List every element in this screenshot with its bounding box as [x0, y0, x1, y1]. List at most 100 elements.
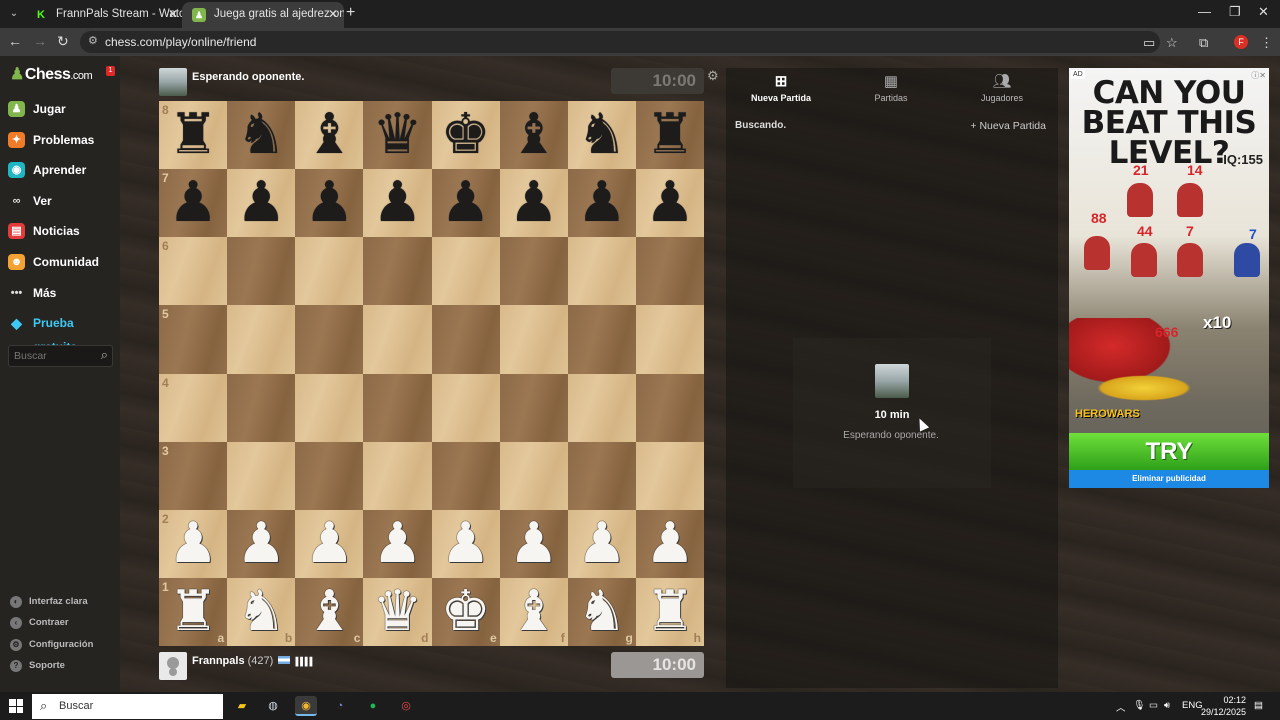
- square-a5[interactable]: 5: [159, 305, 228, 374]
- white-piece[interactable]: ♟: [372, 515, 422, 572]
- square-c5[interactable]: [295, 305, 364, 374]
- square-b6[interactable]: [227, 237, 296, 306]
- spotify-icon[interactable]: ●: [362, 696, 384, 716]
- square-c7[interactable]: ♟: [295, 169, 364, 238]
- square-d3[interactable]: [363, 441, 432, 510]
- sidebar-item-aprender[interactable]: ◉ Aprender: [8, 158, 118, 182]
- close-window-button[interactable]: ✕: [1258, 4, 1269, 20]
- black-piece[interactable]: ♟: [645, 175, 695, 231]
- chess-board[interactable]: ♜ 8 ♞ ♝ ♛ ♚ ♝ ♞ ♜ ♟ 7 ♟ ♟ ♟ ♟ ♟ ♟ ♟ 6 5 4 3 ♟ 2 ♟ ♟ ♟ ♟ ♟ ♟ ♟ ♜ 1 a ♞ b ♝ c ♛ d…: [159, 101, 704, 646]
- square-d6[interactable]: [363, 237, 432, 306]
- white-piece[interactable]: ♟: [304, 515, 354, 572]
- white-piece[interactable]: ♞: [577, 583, 627, 640]
- black-piece[interactable]: ♟: [304, 175, 354, 231]
- square-f2[interactable]: ♟: [499, 509, 568, 578]
- square-d2[interactable]: ♟: [363, 509, 432, 578]
- white-piece[interactable]: ♟: [168, 515, 218, 572]
- square-a7[interactable]: ♟ 7: [159, 169, 228, 238]
- steam-icon[interactable]: ◍: [262, 696, 284, 716]
- square-b4[interactable]: [227, 373, 296, 442]
- square-b1[interactable]: ♞ b: [227, 577, 296, 646]
- taskbar-clock[interactable]: 02:12 29/12/2025: [1200, 694, 1246, 718]
- square-c2[interactable]: ♟: [295, 509, 364, 578]
- square-f6[interactable]: [499, 237, 568, 306]
- url-field[interactable]: ⚙ chess.com/play/online/friend: [80, 31, 1160, 53]
- square-d5[interactable]: [363, 305, 432, 374]
- sidebar-search[interactable]: ⌕: [8, 345, 113, 367]
- footer-configuracion[interactable]: ⚙ Configuración: [10, 636, 93, 654]
- square-g6[interactable]: [567, 237, 636, 306]
- black-piece[interactable]: ♟: [440, 175, 490, 231]
- square-e8[interactable]: ♚: [431, 101, 500, 170]
- black-piece[interactable]: ♟: [236, 175, 286, 231]
- taskbar-search[interactable]: ⌕ Buscar: [32, 694, 223, 719]
- square-e1[interactable]: ♚ e: [431, 577, 500, 646]
- black-piece[interactable]: ♟: [372, 175, 422, 231]
- notification-badge[interactable]: 1: [106, 66, 115, 76]
- reload-button[interactable]: ↻: [57, 33, 69, 50]
- black-piece[interactable]: ♟: [577, 175, 627, 231]
- forward-button[interactable]: →: [33, 33, 47, 49]
- square-g8[interactable]: ♞: [567, 101, 636, 170]
- square-a2[interactable]: ♟ 2: [159, 509, 228, 578]
- black-piece[interactable]: ♜: [645, 107, 695, 163]
- square-a1[interactable]: ♜ 1 a: [159, 577, 228, 646]
- extensions-icon[interactable]: ⧉: [1199, 35, 1208, 51]
- tab-frannpals-stream[interactable]: K FrannPals Stream - Watch Live o ✕: [24, 2, 184, 28]
- windows-start-icon[interactable]: [9, 699, 23, 713]
- black-piece[interactable]: ♜: [168, 107, 218, 163]
- square-e2[interactable]: ♟: [431, 509, 500, 578]
- search-icon[interactable]: ⌕: [101, 347, 108, 363]
- square-h3[interactable]: [635, 441, 704, 510]
- square-h5[interactable]: [635, 305, 704, 374]
- square-f8[interactable]: ♝: [499, 101, 568, 170]
- square-h8[interactable]: ♜: [635, 101, 704, 170]
- player-name[interactable]: Frannpals: [192, 655, 245, 667]
- sidebar-item-prueba-gratuita[interactable]: ◆ Prueba gratuita: [8, 311, 118, 354]
- square-a8[interactable]: ♜ 8: [159, 101, 228, 170]
- cast-icon[interactable]: ▭: [1143, 35, 1155, 51]
- square-h7[interactable]: ♟: [635, 169, 704, 238]
- volume-icon[interactable]: 🔊︎: [1164, 700, 1170, 711]
- square-a6[interactable]: 6: [159, 237, 228, 306]
- square-c8[interactable]: ♝: [295, 101, 364, 170]
- back-button[interactable]: ←: [8, 33, 22, 49]
- square-g1[interactable]: ♞ g: [567, 577, 636, 646]
- white-piece[interactable]: ♟: [236, 515, 286, 572]
- square-a4[interactable]: 4: [159, 373, 228, 442]
- sidebar-item-problemas[interactable]: ✦ Problemas: [8, 128, 118, 152]
- obs-icon[interactable]: ◎: [395, 696, 417, 716]
- square-g2[interactable]: ♟: [567, 509, 636, 578]
- microphone-icon[interactable]: 🎙︎: [1133, 700, 1145, 711]
- white-piece[interactable]: ♟: [509, 515, 559, 572]
- tab-search-menu-button[interactable]: ⌄: [4, 5, 24, 23]
- sidebar-item-noticias[interactable]: ▤ Noticias: [8, 219, 118, 243]
- square-b3[interactable]: [227, 441, 296, 510]
- square-f3[interactable]: [499, 441, 568, 510]
- square-h1[interactable]: ♜ h: [635, 577, 704, 646]
- square-a3[interactable]: 3: [159, 441, 228, 510]
- sidebar-item-comunidad[interactable]: ☻ Comunidad: [8, 250, 118, 274]
- black-piece[interactable]: ♞: [236, 107, 286, 163]
- square-g5[interactable]: [567, 305, 636, 374]
- black-piece[interactable]: ♟: [509, 175, 559, 231]
- square-h4[interactable]: [635, 373, 704, 442]
- square-e6[interactable]: [431, 237, 500, 306]
- close-tab-icon[interactable]: ✕: [328, 2, 338, 26]
- white-piece[interactable]: ♟: [440, 515, 490, 572]
- square-g3[interactable]: [567, 441, 636, 510]
- file-explorer-icon[interactable]: ▰: [231, 696, 253, 716]
- white-piece[interactable]: ♝: [304, 583, 354, 640]
- white-piece[interactable]: ♟: [645, 515, 695, 572]
- square-f4[interactable]: [499, 373, 568, 442]
- new-tab-button[interactable]: +: [346, 4, 355, 22]
- square-f7[interactable]: ♟: [499, 169, 568, 238]
- site-info-icon[interactable]: ⚙: [88, 34, 98, 47]
- square-d8[interactable]: ♛: [363, 101, 432, 170]
- white-piece[interactable]: ♛: [372, 583, 422, 640]
- tab-chess-play[interactable]: ♟ Juega gratis al ajedrez online co ✕: [182, 2, 344, 28]
- square-b8[interactable]: ♞: [227, 101, 296, 170]
- sidebar-item-ver[interactable]: ∞ Ver: [8, 189, 118, 213]
- white-piece[interactable]: ♜: [645, 583, 695, 640]
- square-c4[interactable]: [295, 373, 364, 442]
